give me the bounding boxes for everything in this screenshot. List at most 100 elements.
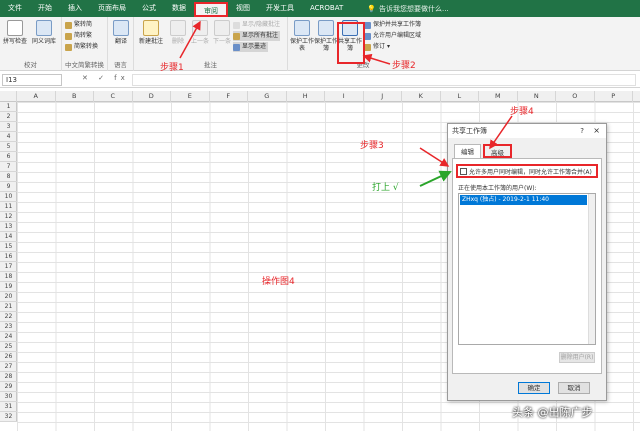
row-header[interactable]: 3	[0, 122, 17, 132]
allow-edit-ranges-button[interactable]: 允许用户编辑区域	[364, 31, 421, 41]
tab-insert[interactable]: 插入	[60, 0, 90, 17]
row-header[interactable]: 16	[0, 252, 17, 262]
row-header[interactable]: 13	[0, 222, 17, 232]
convert-button[interactable]: 简繁转换	[65, 42, 98, 52]
new-comment-button[interactable]: 新建批注	[136, 20, 166, 45]
row-header[interactable]: 6	[0, 152, 17, 162]
column-header[interactable]: J	[364, 91, 402, 102]
tab-edit[interactable]: 编辑	[454, 144, 481, 158]
row-header[interactable]: 2	[0, 112, 17, 122]
column-header[interactable]: L	[441, 91, 479, 102]
ok-button[interactable]: 确定	[518, 382, 550, 394]
translate-button[interactable]: 翻译	[109, 20, 133, 45]
allow-multi-user-checkbox[interactable]	[460, 167, 467, 175]
row-header[interactable]: 29	[0, 382, 17, 392]
formula-input[interactable]	[132, 74, 636, 86]
column-header[interactable]: I	[325, 91, 364, 102]
tab-page-layout[interactable]: 页面布局	[90, 0, 134, 17]
row-header[interactable]: 21	[0, 302, 17, 312]
next-comment-button[interactable]: 下一条	[210, 20, 234, 45]
column-header[interactable]: K	[402, 91, 441, 102]
protect-sheet-button[interactable]: 保护工作表	[290, 20, 314, 52]
row-header[interactable]: 30	[0, 392, 17, 402]
column-header[interactable]: F	[210, 91, 248, 102]
row-header[interactable]: 32	[0, 412, 17, 422]
list-item[interactable]: ZHxq (独占) - 2019-2-1 11:40	[460, 195, 587, 205]
protect-share-button[interactable]: 保护并共享工作簿	[364, 20, 421, 30]
tab-review[interactable]: 审阅	[194, 2, 228, 17]
close-icon[interactable]: ×	[593, 124, 600, 138]
show-ink-button[interactable]: 显示墨迹	[233, 42, 269, 52]
tab-view[interactable]: 视图	[228, 0, 258, 17]
protect-workbook-button[interactable]: 保护工作簿	[314, 20, 338, 52]
row-header[interactable]: 10	[0, 192, 17, 202]
to-simplified-button[interactable]: 繁转简	[65, 20, 92, 30]
column-header[interactable]: E	[171, 91, 210, 102]
track-changes-button[interactable]: 修订 ▾	[364, 42, 390, 52]
row-header[interactable]: 19	[0, 282, 17, 292]
name-box[interactable]: I13	[2, 74, 62, 86]
row-header[interactable]: 7	[0, 162, 17, 172]
tell-me-box[interactable]: 💡 告诉我您想要做什么...	[367, 4, 448, 14]
row-header[interactable]: 1	[0, 102, 17, 112]
row-header[interactable]: 8	[0, 172, 17, 182]
column-header[interactable]: P	[595, 91, 633, 102]
tab-developer[interactable]: 开发工具	[258, 0, 302, 17]
column-header[interactable]: D	[133, 91, 171, 102]
prev-comment-icon	[192, 20, 208, 36]
row-header[interactable]: 26	[0, 352, 17, 362]
column-header[interactable]: A	[17, 91, 56, 102]
column-header[interactable]: H	[287, 91, 325, 102]
row-header[interactable]: 17	[0, 262, 17, 272]
help-icon[interactable]: ?	[580, 124, 584, 138]
row-header[interactable]: 15	[0, 242, 17, 252]
row-header[interactable]: 9	[0, 182, 17, 192]
users-list[interactable]: ZHxq (独占) - 2019-2-1 11:40	[458, 193, 596, 345]
row-header[interactable]: 20	[0, 292, 17, 302]
column-header[interactable]: C	[94, 91, 133, 102]
show-all-comments-button[interactable]: 显示所有批注	[233, 31, 281, 41]
allow-multi-user-option[interactable]: 允许多用户同时编辑，同时允许工作簿合并(A)	[456, 164, 598, 178]
row-header[interactable]: 22	[0, 312, 17, 322]
to-simplified-label: 繁转简	[74, 21, 93, 28]
remove-user-button[interactable]: 删除用户(R)	[559, 352, 595, 363]
to-traditional-button[interactable]: 简转繁	[65, 31, 92, 41]
row-header[interactable]: 31	[0, 402, 17, 412]
cancel-button[interactable]: 取消	[558, 382, 590, 394]
column-header[interactable]: M	[479, 91, 518, 102]
fx-icon[interactable]: ✕ ✓ fx	[82, 74, 129, 82]
tab-acrobat[interactable]: ACROBAT	[302, 0, 351, 17]
tab-data[interactable]: 数据	[164, 0, 194, 17]
allow-multi-user-label: 允许多用户同时编辑，同时允许工作簿合并(A)	[469, 168, 592, 176]
thesaurus-button[interactable]: 同义词库	[32, 20, 56, 45]
show-hide-comment-button[interactable]: 显示/隐藏批注	[233, 20, 280, 30]
column-header[interactable]: N	[518, 91, 556, 102]
column-header[interactable]: O	[556, 91, 595, 102]
tab-file[interactable]: 文件	[0, 0, 30, 17]
row-header[interactable]: 25	[0, 342, 17, 352]
tab-advanced[interactable]: 高级	[483, 144, 512, 158]
delete-comment-button[interactable]: 删除	[166, 20, 190, 45]
column-headers: ABCDEFGHIJKLMNOP	[0, 91, 640, 102]
row-header[interactable]: 12	[0, 212, 17, 222]
tab-formulas[interactable]: 公式	[134, 0, 164, 17]
spell-check-button[interactable]: 拼写检查	[3, 20, 27, 45]
tab-home[interactable]: 开始	[30, 0, 60, 17]
lightbulb-icon: 💡	[367, 4, 376, 13]
row-header[interactable]: 14	[0, 232, 17, 242]
column-header[interactable]: G	[248, 91, 287, 102]
column-header[interactable]: B	[56, 91, 94, 102]
row-header[interactable]: 27	[0, 362, 17, 372]
group-label-language: 语言	[114, 61, 127, 69]
row-header[interactable]: 23	[0, 322, 17, 332]
row-header[interactable]: 18	[0, 272, 17, 282]
select-all-corner[interactable]	[0, 91, 17, 102]
row-header[interactable]: 5	[0, 142, 17, 152]
row-header[interactable]: 24	[0, 332, 17, 342]
row-header[interactable]: 28	[0, 372, 17, 382]
allow-edit-ranges-icon	[364, 32, 371, 40]
row-header[interactable]: 4	[0, 132, 17, 142]
row-header[interactable]: 11	[0, 202, 17, 212]
prev-comment-button[interactable]: 上一条	[188, 20, 212, 45]
list-scrollbar[interactable]	[588, 194, 595, 344]
